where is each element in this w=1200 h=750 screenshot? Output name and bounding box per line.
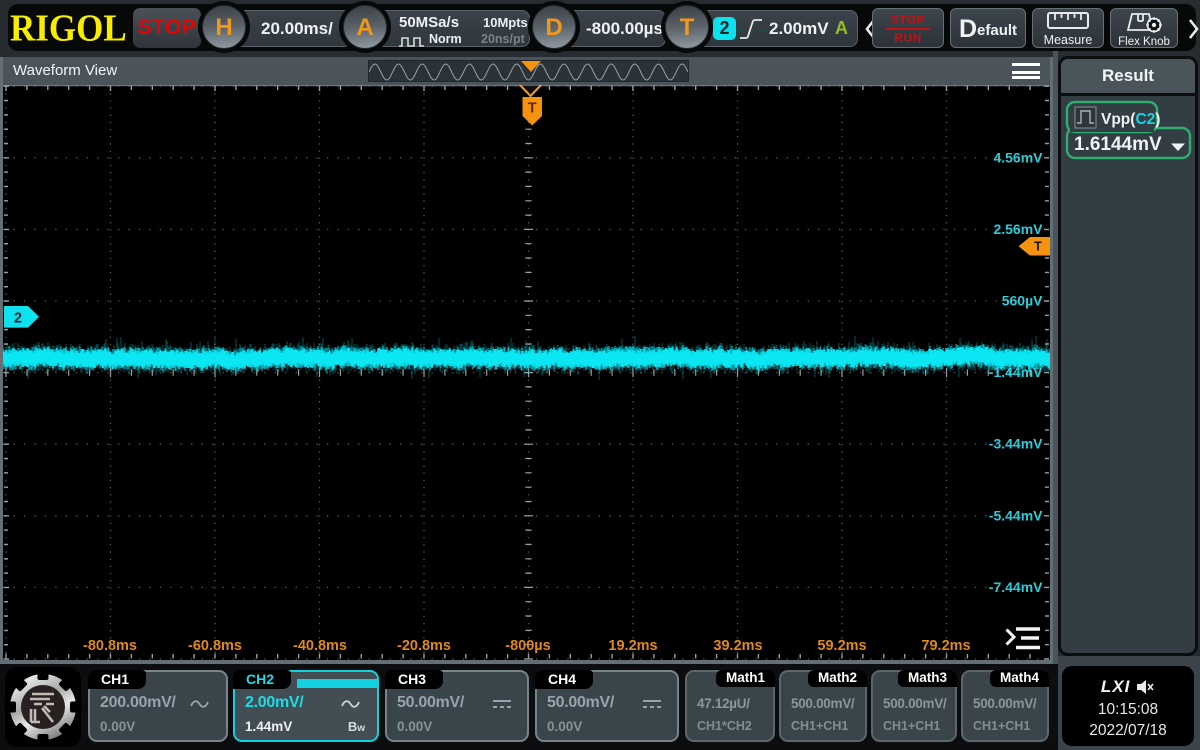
svg-text:4.56mV: 4.56mV	[993, 149, 1043, 165]
svg-text:-3.44mV: -3.44mV	[989, 436, 1043, 452]
svg-text:2.56mV: 2.56mV	[993, 221, 1043, 237]
svg-text:19.2ms: 19.2ms	[608, 638, 657, 654]
svg-text:T: T	[1034, 240, 1042, 254]
svg-text:-5.44mV: -5.44mV	[989, 507, 1043, 523]
svg-text:-80.8ms: -80.8ms	[83, 638, 137, 654]
svg-text:-1.44mV: -1.44mV	[989, 364, 1043, 380]
svg-text:-7.44mV: -7.44mV	[989, 579, 1043, 595]
svg-text:-60.8ms: -60.8ms	[188, 638, 242, 654]
svg-text:-20.8ms: -20.8ms	[397, 638, 451, 654]
svg-text:-800µs: -800µs	[505, 638, 550, 654]
svg-text:1.6144mV: 1.6144mV	[1074, 134, 1162, 155]
svg-text:2: 2	[14, 311, 22, 327]
svg-text:560µV: 560µV	[1002, 293, 1043, 309]
svg-text:39.2ms: 39.2ms	[713, 638, 762, 654]
svg-text:59.2ms: 59.2ms	[817, 638, 866, 654]
svg-text:Vpp(C2): Vpp(C2)	[1101, 111, 1160, 128]
svg-text:79.2ms: 79.2ms	[921, 638, 970, 654]
svg-text:T: T	[528, 101, 537, 117]
svg-text:-40.8ms: -40.8ms	[293, 638, 347, 654]
